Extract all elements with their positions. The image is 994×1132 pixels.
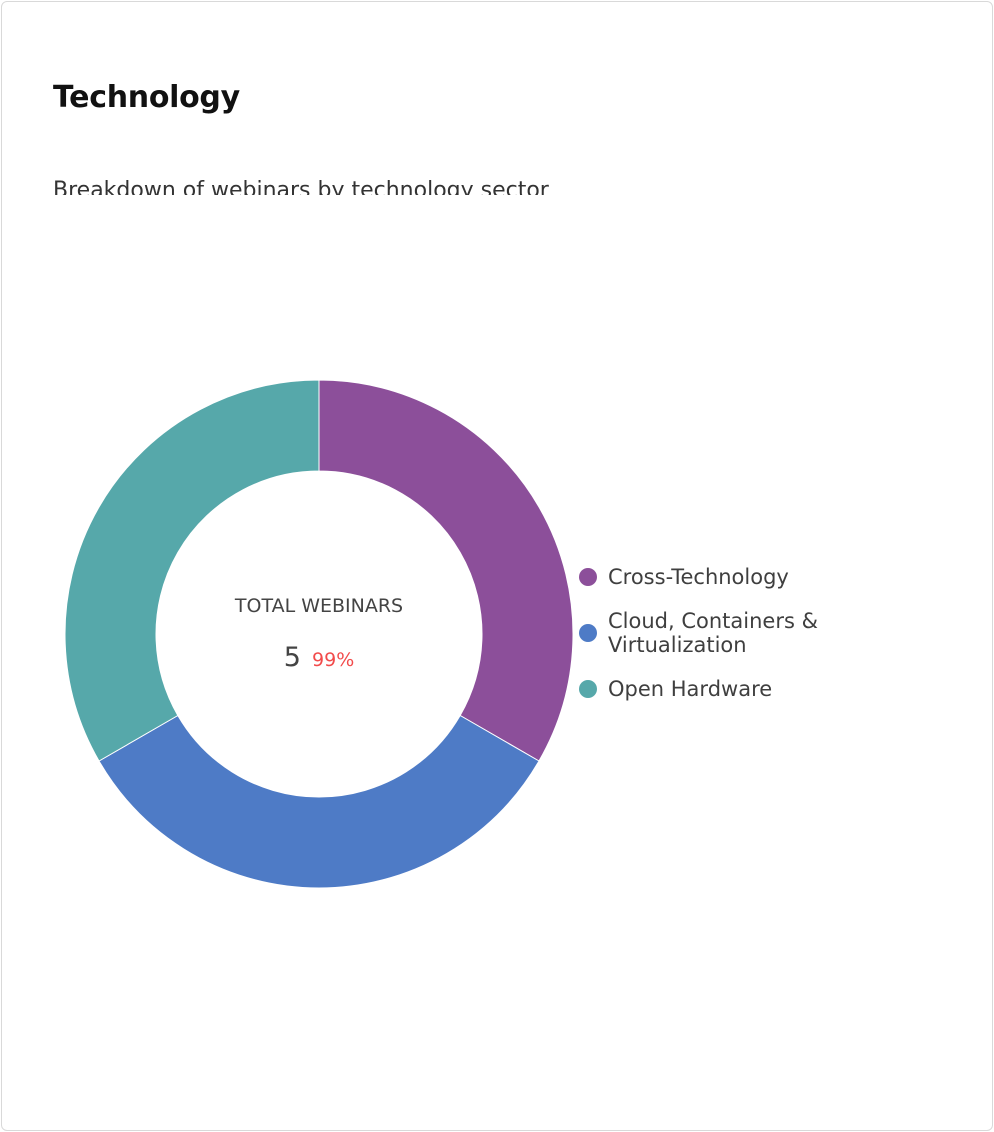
legend-item[interactable]: Cloud, Containers &Virtualization: [579, 609, 818, 657]
donut-chart: TOTAL WEBINARS 5 99% Cross-Technology Clo…: [64, 379, 818, 889]
center-label: TOTAL WEBINARS: [234, 595, 403, 617]
legend-label: Cloud, Containers &: [608, 609, 818, 633]
legend-label: Cross-Technology: [608, 565, 789, 589]
donut-slices: [64, 379, 574, 889]
donut-slice[interactable]: [98, 714, 540, 889]
legend-marker: [579, 680, 597, 698]
center-value-row: 5 99%: [284, 642, 355, 673]
legend-marker: [579, 568, 597, 586]
legend-label: Virtualization: [608, 633, 747, 657]
center-total-value: 5: [284, 642, 301, 673]
legend-label: Open Hardware: [608, 677, 772, 701]
legend-item[interactable]: Cross-Technology: [579, 565, 789, 589]
legend-marker: [579, 624, 597, 642]
center-change-value: 99%: [312, 649, 354, 671]
donut-slice[interactable]: [64, 379, 320, 762]
donut-slice[interactable]: [318, 379, 574, 762]
legend-item[interactable]: Open Hardware: [579, 677, 772, 701]
chart-legend: Cross-Technology Cloud, Containers &Virtu…: [579, 565, 818, 701]
